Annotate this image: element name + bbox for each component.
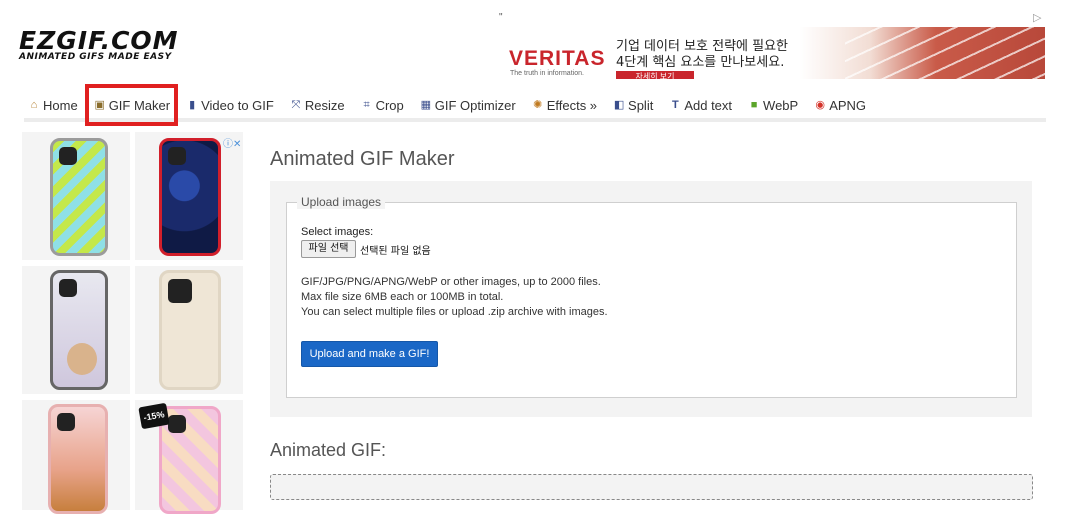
ad-quote-mark: " [499,12,503,23]
nav-split-label: Split [628,97,654,113]
no-file-selected-text: 선택된 파일 없음 [360,246,431,257]
nav-crop[interactable]: ⌗ Crop [353,92,412,118]
site-logo[interactable]: EZGIF.COM ANIMATED GIFS MADE EASY [19,26,179,63]
nav-gif-optimizer-label: GIF Optimizer [434,97,516,113]
ad-brand-logo: VERITAS [509,47,606,70]
add-text-icon: T [671,99,679,111]
ad-phone-case-2[interactable] [135,132,243,260]
camera-icon [59,147,77,165]
logo-tagline: ANIMATED GIFS MADE EASY [19,52,172,62]
upload-and-make-gif-button[interactable]: Upload and make a GIF! [301,341,438,367]
nav-add-text-label: Add text [684,97,733,113]
ad-choices-icon[interactable]: ▷ [1033,11,1041,24]
select-images-label: Select images: [301,226,374,238]
nav-resize-label: Resize [304,97,345,113]
optimizer-icon: ▦ [420,99,431,111]
ad-headline-2: 4단계 핵심 요소를 만나보세요. [616,55,785,70]
nav-video-to-gif[interactable]: ▮ Video to GIF [178,92,282,118]
side-ad-column[interactable] [22,132,247,514]
ad-case-image [159,270,221,390]
nav-home-label: Home [43,97,78,113]
camera-icon [168,147,186,165]
ad-case-image [159,138,221,256]
upload-info-size: Max file size 6MB each or 100MB in total… [301,291,504,303]
logo-text: EZGIF.COM [19,26,179,55]
nav-video-to-gif-label: Video to GIF [201,97,274,113]
camera-icon [57,413,75,431]
ad-brand-tagline: The truth in information. [510,70,584,77]
nav-split[interactable]: ◧ Split [605,92,661,118]
camera-icon [59,279,77,297]
apng-icon: ◉ [815,99,825,111]
upload-info-zip: You can select multiple files or upload … [301,306,608,318]
dog-illustration [67,343,97,375]
nav-apng-label: APNG [829,97,867,113]
ad-track-graphic [845,27,1045,79]
ad-case-image [48,404,108,514]
ad-info-icon[interactable]: ⓘ✕ [223,135,241,150]
upload-info-formats: GIF/JPG/PNG/APNG/WebP or other images, u… [301,276,601,288]
video-icon: ▮ [189,99,196,111]
camera-icon [168,415,186,433]
ad-phone-case-1[interactable] [22,132,130,260]
nav-effects-label: Effects » [546,97,598,113]
nav-crop-label: Crop [375,97,404,113]
effects-icon: ✺ [533,99,543,111]
nav-resize[interactable]: ⤧ Resize [282,92,353,118]
nav-gif-optimizer[interactable]: ▦ GIF Optimizer [412,92,524,118]
resize-icon: ⤧ [291,99,301,111]
ad-phone-case-4[interactable] [135,266,243,394]
crop-icon: ⌗ [363,99,370,111]
webp-icon: ■ [750,99,758,111]
ad-phone-case-3[interactable] [22,266,130,394]
page-title: Animated GIF Maker [270,148,455,170]
ad-cta-button[interactable]: 자세히 보기 [616,71,694,79]
nav-add-text[interactable]: T Add text [661,92,740,118]
result-title: Animated GIF: [270,440,387,460]
nav-webp-label: WebP [763,97,799,113]
split-icon: ◧ [613,99,625,111]
ad-case-image [50,270,108,390]
choose-file-button[interactable]: 파일 선택 [301,240,356,258]
nav-apng[interactable]: ◉ APNG [806,92,874,118]
nav-effects[interactable]: ✺ Effects » [524,92,605,118]
nav-home[interactable]: ⌂ Home [24,92,86,118]
ad-phone-case-5[interactable] [22,400,130,514]
nav-webp[interactable]: ■ WebP [740,92,806,118]
result-output-area [270,474,1033,500]
top-banner-ad[interactable]: VERITAS The truth in information. 기업 데이터… [499,27,1045,79]
gif-maker-highlight [85,84,178,126]
upload-legend: Upload images [297,195,386,209]
home-icon: ⌂ [30,99,38,111]
camera-icon [168,279,192,303]
ad-case-image [50,138,108,256]
